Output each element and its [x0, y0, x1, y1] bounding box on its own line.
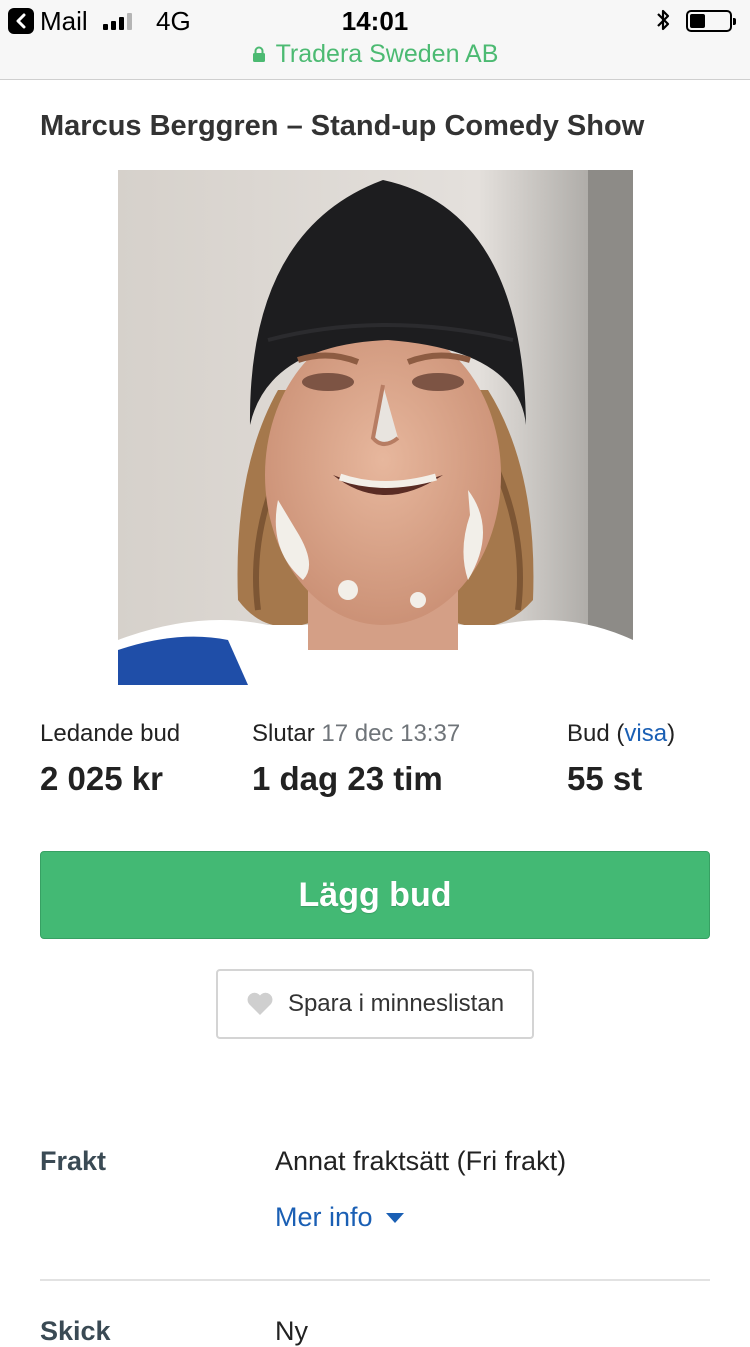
status-time: 14:01	[341, 6, 409, 36]
listing-photo[interactable]	[118, 170, 633, 685]
place-bid-label: Lägg bud	[298, 875, 452, 914]
caret-down-icon	[385, 1212, 404, 1223]
bluetooth-icon	[655, 7, 671, 38]
bids-count: 55 st	[567, 760, 643, 797]
heart-icon	[247, 992, 273, 1015]
leading-bid-value: 2 025 kr	[40, 760, 163, 797]
show-bids-link[interactable]: visa	[624, 720, 667, 747]
site-identity[interactable]: Tradera Sweden AB	[0, 40, 750, 69]
bids-label-group: Bud (visa)	[567, 720, 675, 748]
section-divider	[40, 1279, 710, 1281]
status-bar: Mail 4G 14:01 Tradera Sweden AB	[0, 0, 750, 80]
site-name: Tradera Sweden AB	[275, 40, 499, 68]
lock-icon	[252, 46, 265, 62]
more-info-toggle[interactable]: Mer info	[275, 1202, 405, 1233]
leading-bid-label: Ledande bud	[40, 720, 181, 747]
condition-label: Skick	[40, 1316, 111, 1346]
shipping-label: Frakt	[40, 1146, 107, 1176]
battery-level	[690, 14, 705, 28]
ends-label: Slutar	[252, 720, 315, 747]
listing-title: Marcus Berggren – Stand-up Comedy Show	[40, 110, 645, 142]
place-bid-button[interactable]: Lägg bud	[40, 851, 710, 939]
save-to-watchlist-label: Spara i minneslistan	[287, 990, 505, 1017]
shipping-value: Annat fraktsätt (Fri frakt)	[275, 1146, 567, 1176]
ends-date: 17 dec 13:37	[321, 720, 461, 747]
condition-value: Ny	[275, 1316, 308, 1346]
more-info-label: Mer info	[275, 1202, 373, 1232]
battery-icon	[686, 10, 736, 32]
ends-label-group: Slutar 17 dec 13:37	[252, 720, 460, 748]
bids-paren-close: )	[667, 720, 676, 747]
bids-label: Bud	[567, 720, 610, 747]
time-left-value: 1 dag 23 tim	[252, 760, 443, 797]
save-to-watchlist-button[interactable]: Spara i minneslistan	[216, 969, 534, 1039]
